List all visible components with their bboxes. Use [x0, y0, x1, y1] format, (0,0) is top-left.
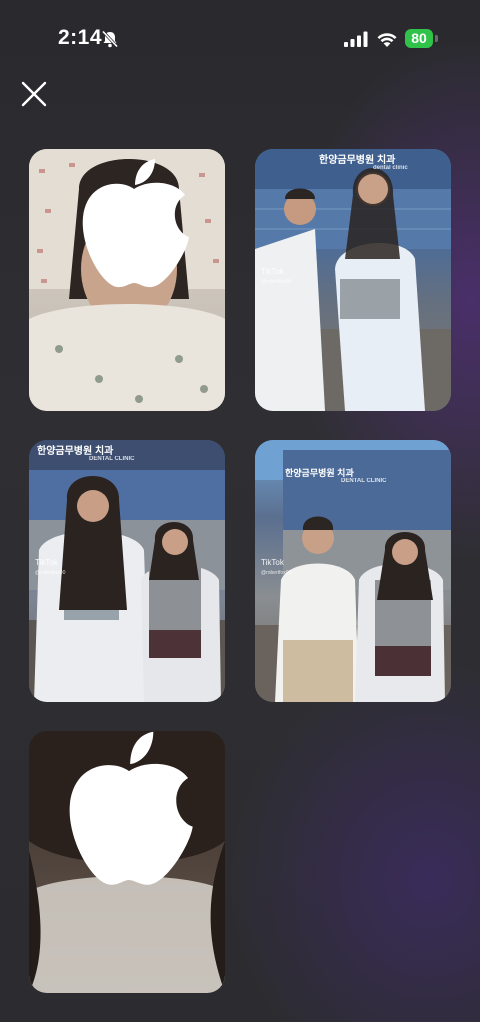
close-icon[interactable]	[18, 78, 50, 110]
battery-indicator: 80	[405, 29, 439, 49]
tiktok-watermark: TikTok	[261, 558, 284, 567]
photo-tile-3[interactable]: 한양금무병원 치과 DENTAL CLINIC TikTok @robertfo…	[29, 440, 225, 702]
status-bar: 2:14 80	[0, 0, 480, 78]
battery-cap	[435, 35, 438, 42]
tiktok-watermark: TikTok	[35, 558, 58, 567]
sign-text: 한양금무병원 치과	[319, 155, 396, 166]
tiktok-watermark: TikTok	[261, 267, 284, 276]
photo-tile-1[interactable]	[29, 149, 225, 411]
sign-subtext: dental clinic	[373, 165, 408, 171]
tiktok-username: @robertfox00	[261, 570, 292, 576]
sign-subtext: DENTAL CLINIC	[89, 456, 135, 462]
photo-tile-2[interactable]: 한양금무병원 치과 dental clinic TikTok @robertfo…	[255, 149, 451, 411]
photo-tile-4[interactable]: 한양금무병원 치과 DENTAL CLINIC TikTok @robertfo…	[255, 440, 451, 702]
bell-slash-icon	[101, 30, 119, 48]
sign-text: 한양금무병원 치과	[37, 446, 114, 457]
apple-logo-icon	[69, 731, 193, 885]
tiktok-username: @robertfox00	[261, 279, 292, 285]
tiktok-username: @robertfox00	[35, 570, 66, 576]
sign-subtext: DENTAL CLINIC	[341, 478, 387, 484]
battery-level: 80	[411, 30, 427, 46]
clock-time: 2:14	[58, 26, 103, 49]
cellular-signal-icon	[344, 31, 368, 47]
apple-logo-icon	[82, 159, 189, 288]
photo-tile-5[interactable]	[29, 731, 225, 993]
wifi-icon	[377, 33, 397, 47]
